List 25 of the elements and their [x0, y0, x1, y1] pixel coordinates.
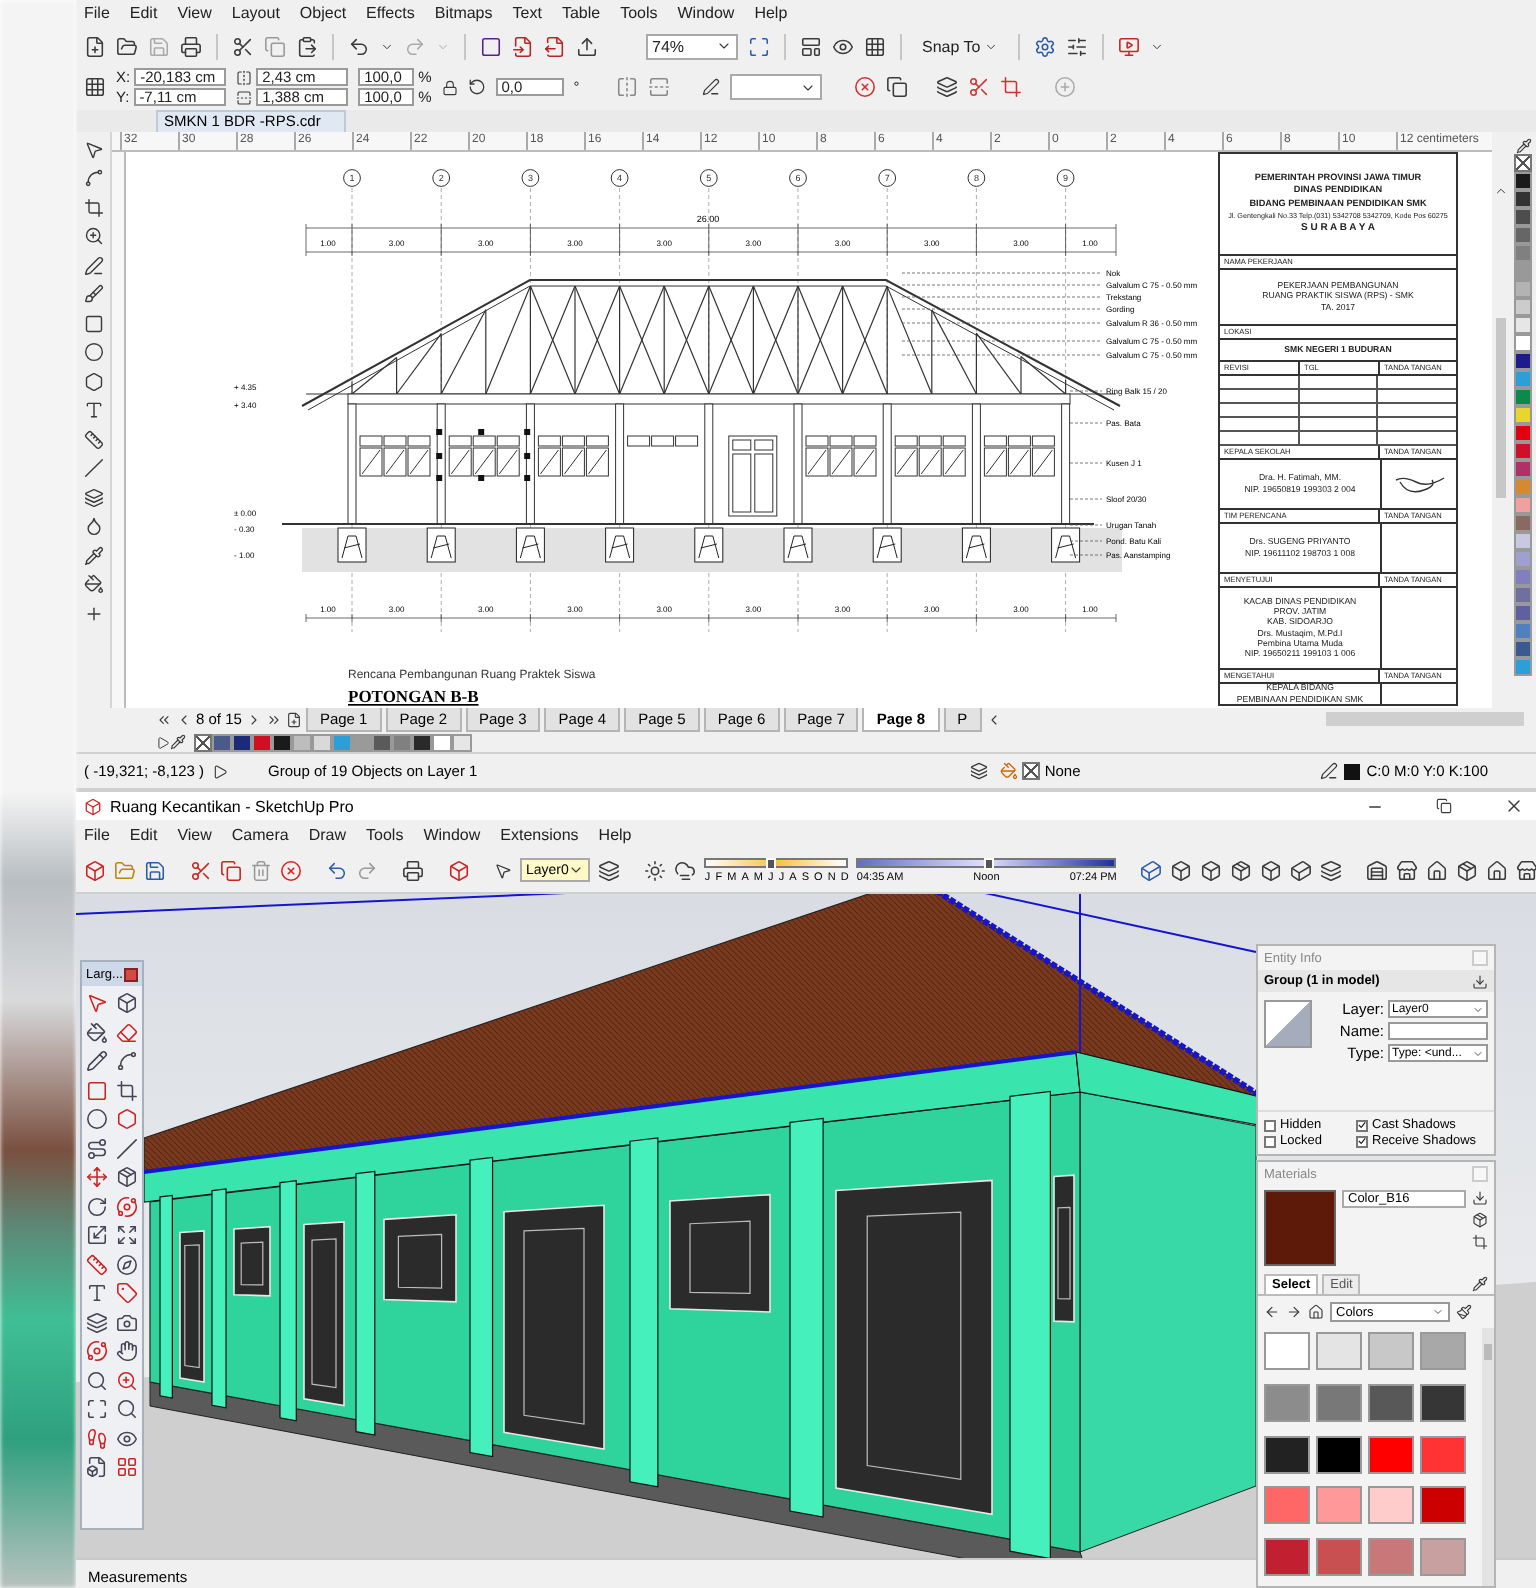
menu-item[interactable]: Extensions [500, 825, 579, 843]
menu-item[interactable]: Edit [129, 4, 158, 23]
menu-item[interactable]: Camera [231, 825, 289, 843]
zoom-dropdown[interactable]: 74% [646, 33, 738, 60]
menu-item[interactable]: Edit [129, 825, 158, 843]
menu-item[interactable]: Window [423, 825, 481, 843]
drawing-title: POTONGAN B-B [348, 685, 479, 706]
menu-item[interactable]: Effects [366, 4, 415, 23]
menu-item[interactable]: Table [561, 4, 601, 23]
menu-item[interactable]: File [84, 825, 110, 843]
menu-item[interactable]: Help [598, 825, 632, 843]
menu-item[interactable]: Tools [366, 825, 404, 843]
menu-item[interactable]: Bitmaps [434, 4, 493, 23]
menu-item[interactable]: Layout [231, 4, 280, 23]
snap-to-dropdown[interactable]: Snap To [916, 35, 1005, 58]
menu-item[interactable]: Object [299, 4, 347, 23]
menu-item[interactable]: Tools [620, 4, 658, 23]
menu-item[interactable]: Window [677, 4, 735, 23]
menu-item[interactable]: View [177, 825, 212, 843]
menu-item[interactable]: Text [512, 4, 542, 23]
menu-item[interactable]: Help [754, 4, 788, 23]
menu-item[interactable]: View [177, 4, 212, 23]
menu-item[interactable]: File [84, 4, 110, 23]
menu-item[interactable]: Draw [308, 825, 347, 843]
window-title: Ruang Kecantikan - SketchUp Pro [110, 797, 354, 815]
